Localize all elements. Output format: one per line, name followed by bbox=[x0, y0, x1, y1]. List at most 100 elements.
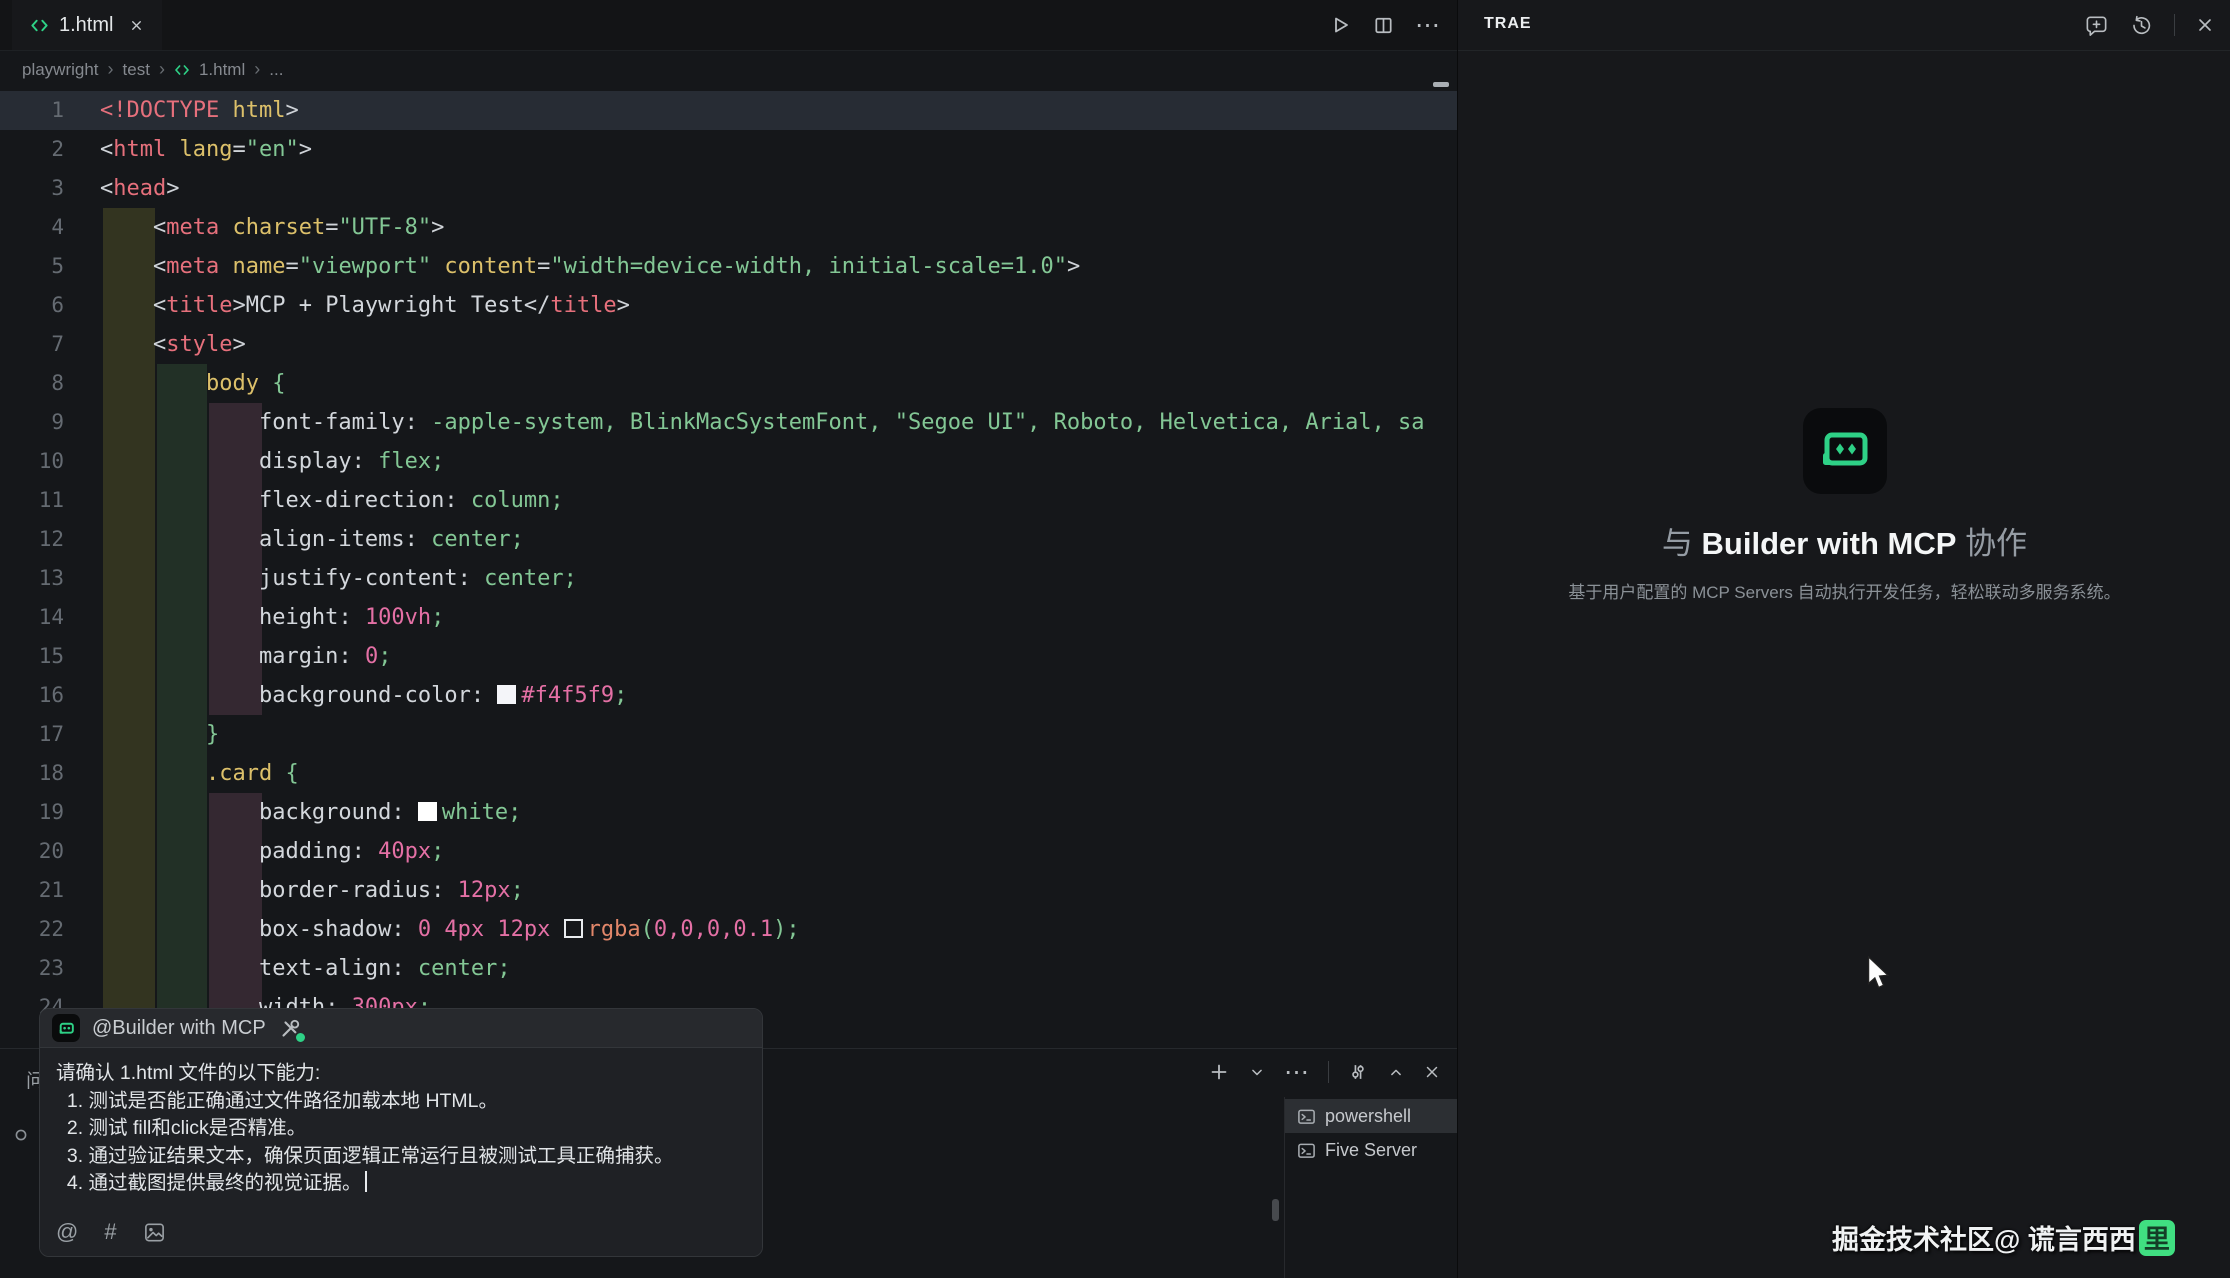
code-icon bbox=[30, 16, 49, 35]
code-line[interactable]: 12 align-items: center; bbox=[0, 520, 1457, 559]
watermark-text: 掘金技术社区@ 谎言西西 bbox=[1832, 1218, 2136, 1257]
code-line[interactable]: 11 flex-direction: column; bbox=[0, 481, 1457, 520]
code-line[interactable]: 23 text-align: center; bbox=[0, 949, 1457, 988]
code-line[interactable]: 1<!DOCTYPE html> bbox=[0, 91, 1457, 130]
line-text: <meta name="viewport" content="width=dev… bbox=[100, 247, 1080, 286]
line-text: <!DOCTYPE html> bbox=[100, 91, 299, 130]
terminal-scrollbar-thumb[interactable] bbox=[1272, 1199, 1279, 1221]
code-line[interactable]: 22 box-shadow: 0 4px 12px rgba(0,0,0,0.1… bbox=[0, 910, 1457, 949]
line-number: 15 bbox=[0, 637, 64, 676]
terminal-item-Five Server[interactable]: Five Server bbox=[1285, 1133, 1457, 1167]
agent-mention-label: @Builder with MCP bbox=[92, 1017, 266, 1040]
toolbar-divider bbox=[1328, 1061, 1329, 1083]
line-text: } bbox=[100, 715, 219, 754]
line-text: <style> bbox=[100, 325, 246, 364]
context-hash-icon[interactable]: # bbox=[104, 1221, 116, 1243]
code-line[interactable]: 6 <title>MCP + Playwright Test</title> bbox=[0, 286, 1457, 325]
chat-message-line: 1. 测试是否能正确通过文件路径加载本地 HTML。 bbox=[56, 1088, 746, 1116]
code-line[interactable]: 10 display: flex; bbox=[0, 442, 1457, 481]
code-line[interactable]: 4 <meta charset="UTF-8"> bbox=[0, 208, 1457, 247]
watermark: 掘金技术社区@ 谎言西西 里 bbox=[1832, 1218, 2175, 1257]
chat-message-line: 4. 通过截图提供最终的视觉证据。 bbox=[56, 1170, 746, 1198]
terminal-more-button[interactable]: ⋯ bbox=[1284, 1062, 1310, 1082]
line-text: <head> bbox=[100, 169, 179, 208]
code-line[interactable]: 13 justify-content: center; bbox=[0, 559, 1457, 598]
line-number: 5 bbox=[0, 247, 64, 286]
line-number: 17 bbox=[0, 715, 64, 754]
line-text: body { bbox=[100, 364, 285, 403]
tab-label: 1.html bbox=[59, 14, 113, 37]
breadcrumb-item-test[interactable]: test bbox=[123, 60, 150, 80]
breadcrumb-separator: › bbox=[159, 59, 165, 80]
terminal-icon bbox=[1297, 1107, 1316, 1126]
editor-scrollbar-thumb[interactable] bbox=[1433, 82, 1449, 87]
line-number: 11 bbox=[0, 481, 64, 520]
code-line[interactable]: 21 border-radius: 12px; bbox=[0, 871, 1457, 910]
breadcrumb-item-playwright[interactable]: playwright bbox=[22, 60, 99, 80]
line-text: .card { bbox=[100, 754, 299, 793]
line-text: align-items: center; bbox=[100, 520, 524, 559]
welcome-subtitle: 基于用户配置的 MCP Servers 自动执行开发任务，轻松联动多服务系统。 bbox=[1458, 578, 2230, 603]
code-icon bbox=[174, 62, 190, 78]
watermark-badge: 里 bbox=[2139, 1220, 2175, 1256]
code-line[interactable]: 15 margin: 0; bbox=[0, 637, 1457, 676]
code-line[interactable]: 16 background-color: #f4f5f9; bbox=[0, 676, 1457, 715]
breadcrumb-item-...[interactable]: ... bbox=[269, 60, 283, 80]
code-line[interactable]: 2<html lang="en"> bbox=[0, 130, 1457, 169]
filter-sliders-icon[interactable] bbox=[1347, 1061, 1369, 1083]
code-line[interactable]: 20 padding: 40px; bbox=[0, 832, 1457, 871]
terminal-dropdown-icon[interactable] bbox=[1248, 1063, 1266, 1081]
close-panel-icon[interactable] bbox=[1423, 1063, 1441, 1081]
code-line[interactable]: 8 body { bbox=[0, 364, 1457, 403]
chat-message-line: 2. 测试 fill和click是否精准。 bbox=[56, 1115, 746, 1143]
new-terminal-button[interactable] bbox=[1208, 1061, 1230, 1083]
split-editor-button[interactable] bbox=[1372, 14, 1395, 37]
text-cursor bbox=[365, 1171, 367, 1192]
color-swatch bbox=[418, 802, 437, 821]
line-number: 18 bbox=[0, 754, 64, 793]
line-number: 2 bbox=[0, 130, 64, 169]
code-line[interactable]: 14 height: 100vh; bbox=[0, 598, 1457, 637]
maximize-panel-icon[interactable] bbox=[1387, 1063, 1405, 1081]
welcome-title: 与 Builder with MCP 协作 bbox=[1458, 518, 2230, 563]
line-text: background-color: #f4f5f9; bbox=[100, 676, 627, 715]
line-number: 6 bbox=[0, 286, 64, 325]
line-number: 22 bbox=[0, 910, 64, 949]
agent-mention-chip[interactable]: @Builder with MCP bbox=[40, 1009, 762, 1048]
mention-at-icon[interactable]: @ bbox=[56, 1221, 78, 1243]
breadcrumb-separator: › bbox=[108, 59, 114, 80]
line-text: justify-content: center; bbox=[100, 559, 577, 598]
tab-1html[interactable]: 1.html bbox=[12, 0, 162, 50]
chat-input-area[interactable]: 请确认 1.html 文件的以下能力: 1. 测试是否能正确通过文件路径加载本地… bbox=[40, 1048, 762, 1256]
code-line[interactable]: 9 font-family: -apple-system, BlinkMacSy… bbox=[0, 403, 1457, 442]
editor-actions: ⋯ bbox=[1328, 0, 1441, 50]
color-swatch bbox=[564, 919, 583, 938]
code-line[interactable]: 5 <meta name="viewport" content="width=d… bbox=[0, 247, 1457, 286]
code-line[interactable]: 17 } bbox=[0, 715, 1457, 754]
close-panel-icon[interactable] bbox=[2195, 15, 2215, 35]
terminal-item-powershell[interactable]: powershell bbox=[1285, 1099, 1457, 1133]
line-text: padding: 40px; bbox=[100, 832, 444, 871]
line-text: box-shadow: 0 4px 12px rgba(0,0,0,0.1); bbox=[100, 910, 800, 949]
line-number: 21 bbox=[0, 871, 64, 910]
run-button[interactable] bbox=[1328, 13, 1352, 37]
code-line[interactable]: 7 <style> bbox=[0, 325, 1457, 364]
chat-message-line: 3. 通过验证结果文本，确保页面逻辑正常运行且被测试工具正确捕获。 bbox=[56, 1143, 746, 1171]
header-divider bbox=[2174, 14, 2175, 36]
line-number: 20 bbox=[0, 832, 64, 871]
line-number: 8 bbox=[0, 364, 64, 403]
new-chat-icon[interactable] bbox=[2084, 13, 2109, 38]
code-editor[interactable]: 1<!DOCTYPE html>2<html lang="en">3<head>… bbox=[0, 88, 1457, 1048]
breadcrumb-separator: › bbox=[254, 59, 260, 80]
tools-icon[interactable] bbox=[278, 1015, 304, 1041]
code-line[interactable]: 3<head> bbox=[0, 169, 1457, 208]
breadcrumb-item-1.html[interactable]: 1.html bbox=[199, 60, 245, 80]
breadcrumb[interactable]: playwright › test › 1.html ›... bbox=[0, 51, 1479, 88]
editor-more-button[interactable]: ⋯ bbox=[1415, 15, 1441, 35]
history-icon[interactable] bbox=[2129, 13, 2154, 38]
code-line[interactable]: 18 .card { bbox=[0, 754, 1457, 793]
attach-image-icon[interactable] bbox=[143, 1221, 166, 1244]
tab-close-icon[interactable] bbox=[129, 18, 144, 33]
line-number: 14 bbox=[0, 598, 64, 637]
code-line[interactable]: 19 background: white; bbox=[0, 793, 1457, 832]
